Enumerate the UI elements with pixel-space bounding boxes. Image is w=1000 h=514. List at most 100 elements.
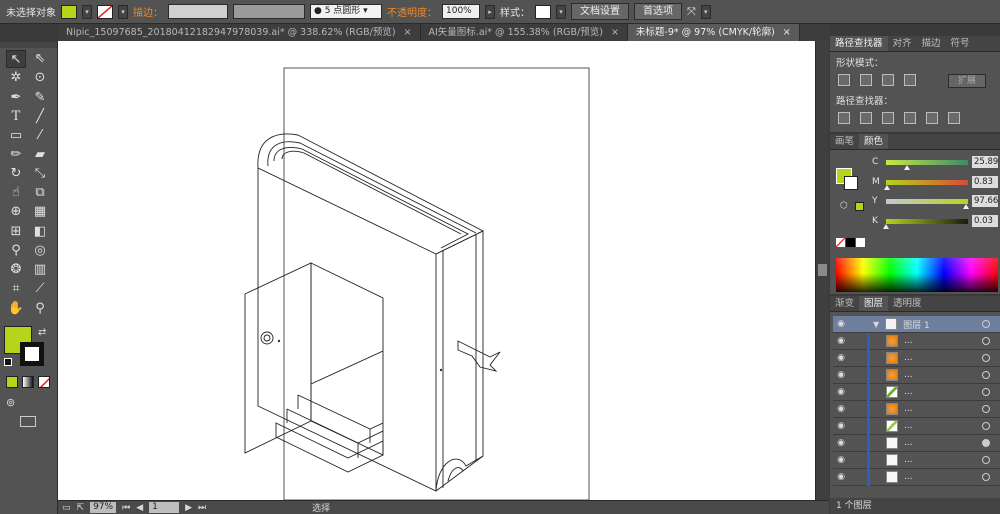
layer-row[interactable]: ◉... <box>833 349 1000 367</box>
layer-row[interactable]: ◉... <box>833 468 1000 486</box>
intersect-icon[interactable] <box>882 74 894 86</box>
web-safe-swatch[interactable] <box>855 202 864 211</box>
variable-width-select[interactable] <box>233 4 305 19</box>
target-icon[interactable] <box>982 354 990 362</box>
target-icon[interactable] <box>982 473 990 481</box>
layer-name[interactable]: ... <box>904 370 944 380</box>
black-slider[interactable] <box>883 218 968 229</box>
zoom-icon[interactable]: ⚲ <box>30 300 50 318</box>
artboard-icon[interactable]: ⌗ <box>6 280 26 298</box>
magenta-slider[interactable] <box>883 179 968 190</box>
tab-color[interactable]: 颜色 <box>859 134 889 149</box>
stroke-color-box[interactable] <box>20 342 44 366</box>
visibility-eye-icon[interactable]: ◉ <box>833 387 849 397</box>
swap-icon[interactable]: ⇄ <box>38 327 46 338</box>
layer-row[interactable]: ◉... <box>833 417 1000 435</box>
type-icon[interactable]: T <box>6 108 26 126</box>
visibility-eye-icon[interactable]: ◉ <box>833 438 849 448</box>
target-icon[interactable] <box>982 422 990 430</box>
target-icon[interactable] <box>982 405 990 413</box>
magic-wand-icon[interactable]: ✲ <box>6 69 26 87</box>
layer-row[interactable]: ◉... <box>833 400 1000 418</box>
out-of-gamut-icon[interactable]: ⬡ <box>840 201 848 211</box>
stroke-swatch[interactable] <box>97 4 113 19</box>
cyan-slider-thumb[interactable] <box>904 164 911 170</box>
magenta-slider-thumb[interactable] <box>883 184 890 190</box>
target-icon[interactable] <box>982 371 990 379</box>
fill-swatch[interactable] <box>61 4 77 19</box>
mesh-icon[interactable]: ⊞ <box>6 223 26 241</box>
stroke-weight-input[interactable] <box>168 4 228 19</box>
white-color-swatch[interactable] <box>856 238 865 247</box>
visibility-eye-icon[interactable]: ◉ <box>833 455 849 465</box>
graphic-style-swatch[interactable] <box>535 4 551 19</box>
document-setup-button[interactable]: 文档设置 <box>571 3 629 20</box>
layer-name[interactable]: ... <box>904 455 944 465</box>
opacity-label[interactable]: 不透明度： <box>387 4 437 19</box>
layer-name[interactable]: 图层 1 <box>903 318 943 331</box>
merge-icon[interactable] <box>882 112 894 124</box>
divide-icon[interactable] <box>838 112 850 124</box>
tab-symbols[interactable]: 符号 <box>946 36 975 51</box>
visibility-eye-icon[interactable]: ◉ <box>833 404 849 414</box>
crop-icon[interactable] <box>904 112 916 124</box>
tab-stroke[interactable]: 描边 <box>917 36 946 51</box>
stroke-label[interactable]: 描边： <box>133 4 163 19</box>
trim-icon[interactable] <box>860 112 872 124</box>
tools-grip[interactable] <box>0 42 57 48</box>
lasso-icon[interactable]: ⊙ <box>30 69 50 87</box>
target-icon[interactable] <box>982 320 990 328</box>
layer-row[interactable]: ◉... <box>833 434 1000 452</box>
scale-icon[interactable]: ⤡ <box>30 165 50 183</box>
eraser-icon[interactable]: ▰ <box>30 146 50 164</box>
target-icon[interactable] <box>982 456 990 464</box>
layer-name[interactable]: ... <box>904 336 944 346</box>
layer-name[interactable]: ... <box>904 404 944 414</box>
opacity-input[interactable]: 100% <box>442 4 480 19</box>
canvas-vertical-scrollbar[interactable] <box>815 41 829 500</box>
stroke-dropdown[interactable]: ▾ <box>118 4 128 19</box>
scroll-thumb[interactable] <box>818 264 827 276</box>
selection-icon[interactable]: ↖ <box>6 50 26 68</box>
perspective-grid-icon[interactable]: ▦ <box>30 203 50 221</box>
rectangle-icon[interactable]: ▭ <box>6 127 26 145</box>
tab-layers[interactable]: 图层 <box>859 296 889 311</box>
black-slider-thumb[interactable] <box>883 223 889 229</box>
color-stroke-swatch[interactable] <box>844 176 858 190</box>
close-icon[interactable]: × <box>404 27 412 38</box>
line-icon[interactable]: ╱ <box>30 108 50 126</box>
layer-name[interactable]: ... <box>904 472 944 482</box>
target-icon[interactable] <box>982 439 990 447</box>
opacity-dropdown[interactable]: ▸ <box>485 4 495 19</box>
layer-name[interactable]: ... <box>904 387 944 397</box>
magenta-input[interactable]: 0.83 <box>972 176 998 188</box>
layer-row[interactable]: ◉... <box>833 332 1000 350</box>
page-select[interactable]: 1 <box>149 502 180 513</box>
visibility-eye-icon[interactable]: ◉ <box>833 421 849 431</box>
warp-icon[interactable]: ☝ <box>6 184 26 202</box>
color-spectrum[interactable] <box>836 258 998 292</box>
close-icon[interactable]: × <box>611 27 619 38</box>
canvas-area[interactable] <box>58 41 815 500</box>
layer-name[interactable]: ... <box>904 353 944 363</box>
slice-icon[interactable]: ⟋ <box>30 280 50 298</box>
style-dropdown[interactable]: ▾ <box>556 4 566 19</box>
arrange-dropdown[interactable]: ▾ <box>700 4 711 19</box>
prev-page-icon[interactable]: ◀ <box>136 503 143 513</box>
yellow-slider-thumb[interactable] <box>963 203 970 209</box>
draw-mode-icon[interactable]: ⊚ <box>6 396 15 409</box>
share-icon[interactable]: ⇱ <box>77 503 85 513</box>
gradient-icon[interactable]: ◧ <box>30 223 50 241</box>
fill-dropdown[interactable]: ▾ <box>82 4 92 19</box>
pencil-icon[interactable]: ✏ <box>6 146 26 164</box>
visibility-eye-icon[interactable]: ◉ <box>833 353 849 363</box>
visibility-eye-icon[interactable]: ◉ <box>833 472 849 482</box>
yellow-slider[interactable] <box>886 198 970 209</box>
layer-row[interactable]: ◉... <box>833 366 1000 384</box>
minus-back-icon[interactable] <box>948 112 960 124</box>
symbol-sprayer-icon[interactable]: ❂ <box>6 261 26 279</box>
tab-align[interactable]: 对齐 <box>888 36 917 51</box>
target-icon[interactable] <box>982 388 990 396</box>
preferences-button[interactable]: 首选项 <box>634 3 682 20</box>
black-input[interactable]: 0.03 <box>972 215 998 227</box>
